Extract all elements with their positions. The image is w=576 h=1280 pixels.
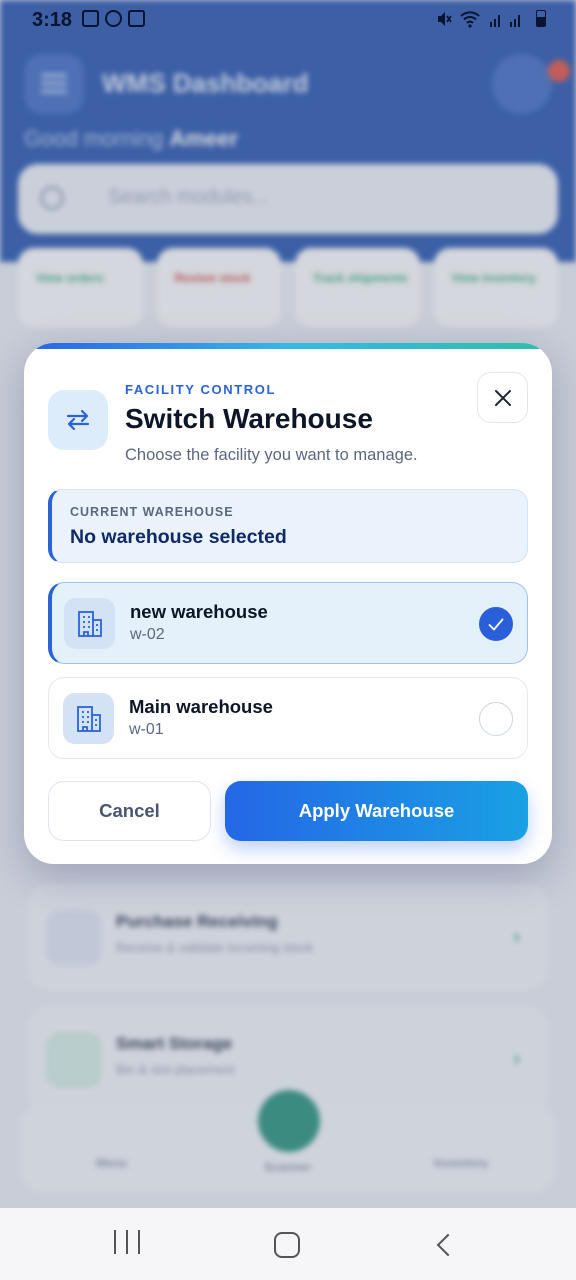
- building-icon: [64, 598, 115, 649]
- radio-unselected[interactable]: [479, 702, 513, 736]
- settings-icon: [105, 10, 122, 27]
- battery-icon: [536, 10, 546, 27]
- warehouse-code: w-01: [129, 721, 164, 738]
- notification-icons: [82, 10, 145, 27]
- recents-button[interactable]: [114, 1230, 140, 1258]
- gallery-icon: [82, 10, 99, 27]
- status-time: 3:18: [32, 9, 73, 31]
- warehouse-code: w-02: [130, 626, 165, 643]
- warehouse-option-main-warehouse[interactable]: Main warehouse w-01: [48, 677, 528, 759]
- home-button[interactable]: [274, 1232, 300, 1258]
- radio-selected[interactable]: [479, 607, 513, 641]
- dialog-title: Switch Warehouse: [125, 403, 373, 434]
- current-warehouse-value: No warehouse selected: [70, 526, 287, 548]
- current-warehouse-panel: CURRENT WAREHOUSE No warehouse selected: [48, 489, 528, 563]
- warehouse-name: new warehouse: [130, 601, 268, 622]
- close-button[interactable]: [477, 372, 528, 423]
- dialog-subtitle: Choose the facility you want to manage.: [125, 446, 418, 464]
- mute-icon: [436, 10, 452, 27]
- accent-bar: [24, 343, 552, 349]
- current-warehouse-label: CURRENT WAREHOUSE: [70, 505, 234, 519]
- system-icons: [436, 10, 546, 28]
- switch-warehouse-dialog: FACILITY CONTROL Switch Warehouse Choose…: [24, 343, 552, 864]
- close-icon: [494, 389, 511, 406]
- swap-arrows-icon: [48, 390, 108, 450]
- building-icon: [63, 693, 114, 744]
- signal-icon: [488, 10, 528, 27]
- apply-warehouse-button[interactable]: Apply Warehouse: [225, 781, 528, 841]
- warehouse-name: Main warehouse: [129, 696, 273, 717]
- wifi-icon: [460, 10, 480, 28]
- checkmark-icon: [488, 618, 504, 630]
- lock-icon: [128, 10, 145, 27]
- status-bar: 3:18: [0, 0, 576, 40]
- warehouse-option-new-warehouse[interactable]: new warehouse w-02: [48, 582, 528, 664]
- cancel-button[interactable]: Cancel: [48, 781, 211, 841]
- dialog-eyebrow: FACILITY CONTROL: [125, 382, 277, 397]
